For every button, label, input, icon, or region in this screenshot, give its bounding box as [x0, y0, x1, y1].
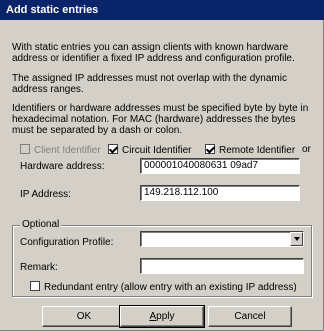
redundant-entry-label: Redundant entry (allow entry with an exi…	[44, 282, 297, 293]
redundant-entry-option[interactable]: Redundant entry (allow entry with an exi…	[30, 281, 297, 293]
circuit-identifier-option[interactable]: Circuit Identifier	[108, 144, 191, 156]
notation-paragraph: Identifiers or hardware addresses must b…	[12, 103, 309, 136]
intro-paragraph: With static entries you can assign clien…	[12, 42, 295, 64]
remark-label: Remark:	[20, 262, 58, 273]
client-identifier-option: Client Identifier	[20, 144, 101, 156]
circuit-identifier-checkbox[interactable]	[108, 144, 118, 154]
chevron-down-icon[interactable]	[290, 232, 303, 246]
dialog-title: Add static entries	[0, 0, 324, 20]
hardware-address-input[interactable]: 000001040080631 09ad7	[140, 158, 300, 174]
client-identifier-checkbox	[20, 144, 30, 154]
ip-address-label: IP Address:	[20, 189, 71, 200]
client-identifier-label: Client Identifier	[34, 145, 101, 156]
remote-identifier-checkbox[interactable]	[205, 144, 215, 154]
remote-identifier-label: Remote Identifier	[219, 145, 296, 156]
redundant-entry-checkbox[interactable]	[30, 281, 40, 291]
ip-address-input[interactable]: 149.218.112.100	[140, 185, 300, 201]
configuration-profile-select[interactable]	[140, 231, 304, 247]
apply-button-label: Apply	[149, 311, 175, 322]
remark-input[interactable]	[140, 258, 304, 274]
hardware-address-label: Hardware address:	[20, 161, 105, 172]
optional-group-label: Optional	[20, 219, 62, 230]
cancel-button[interactable]: Cancel	[208, 306, 292, 327]
or-text: or	[302, 144, 311, 155]
add-static-entries-dialog: Add static entries With static entries y…	[0, 0, 324, 331]
circuit-identifier-label: Circuit Identifier	[122, 145, 192, 156]
remote-identifier-option[interactable]: Remote Identifier	[205, 144, 295, 156]
ok-button[interactable]: OK	[42, 306, 126, 327]
configuration-profile-label: Configuration Profile:	[20, 237, 114, 248]
overlap-paragraph: The assigned IP addresses must not overl…	[12, 73, 287, 95]
apply-button[interactable]: Apply	[119, 305, 205, 328]
